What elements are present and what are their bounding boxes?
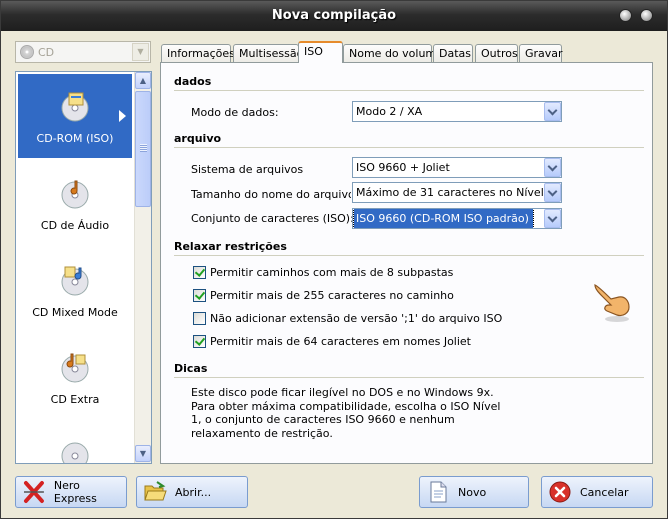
disc-type-combo[interactable]: CD ▼ xyxy=(15,41,151,63)
option-label: Permitir mais de 64 caracteres em nomes … xyxy=(210,335,471,348)
chevron-down-icon[interactable] xyxy=(544,158,561,177)
filename-length-value: Máximo de 31 caracteres no Nível 2 xyxy=(356,186,555,199)
charset-value: ISO 9660 (CD-ROM ISO padrão) xyxy=(353,209,534,228)
data-mode-label: Modo de dados: xyxy=(191,106,279,119)
open-button[interactable]: Abrir... xyxy=(136,476,248,508)
scroll-up-button[interactable]: ▲ xyxy=(135,72,151,89)
section-title-dados: dados xyxy=(174,75,212,88)
option-label: Permitir mais de 255 caracteres no camin… xyxy=(210,289,454,302)
section-title-arquivo: arquivo xyxy=(174,132,222,145)
data-mode-value: Modo 2 / XA xyxy=(356,105,423,118)
filename-length-select[interactable]: Máximo de 31 caracteres no Nível 2 xyxy=(352,182,562,203)
nero-express-button[interactable]: Nero Express xyxy=(15,476,127,508)
cd-mixed-mode-icon xyxy=(61,266,89,296)
tab-iso[interactable]: ISO xyxy=(298,41,343,63)
section-divider xyxy=(174,377,644,378)
chevron-down-icon[interactable]: ▼ xyxy=(132,43,149,61)
cd-audio-icon xyxy=(61,180,89,209)
list-scrollbar[interactable]: ▲ ▼ xyxy=(134,72,151,463)
cancel-button[interactable]: Cancelar xyxy=(541,476,653,508)
chevron-down-icon[interactable] xyxy=(544,102,561,121)
tab-datas[interactable]: Datas xyxy=(433,44,473,63)
file-system-select[interactable]: ISO 9660 + Joliet xyxy=(352,157,562,178)
cd-rom-iso-icon xyxy=(61,92,89,122)
file-system-value: ISO 9660 + Joliet xyxy=(356,161,450,174)
new-button[interactable]: Novo xyxy=(419,476,529,508)
chevron-down-icon[interactable] xyxy=(544,183,561,202)
section-divider xyxy=(174,255,644,256)
nero-express-label: Nero Express xyxy=(53,479,97,505)
iso-settings-panel: dados Modo de dados: Modo 2 / XA arquivo… xyxy=(160,62,653,464)
charset-select[interactable]: ISO 9660 (CD-ROM ISO padrão) xyxy=(352,208,562,229)
disc-type-value: CD xyxy=(38,45,55,59)
list-item-cd-audio[interactable]: CD de Áudio xyxy=(18,161,132,245)
tab-gravar[interactable]: Gravar xyxy=(519,44,563,63)
option-label: Não adicionar extensão de versão ';1' do… xyxy=(210,312,503,325)
list-item-label: CD-ROM (ISO) xyxy=(36,132,114,145)
pointing-hand-icon xyxy=(594,284,630,322)
close-icon[interactable] xyxy=(640,9,653,22)
disc-icon xyxy=(61,442,89,463)
tab-nome-do-volume[interactable]: Nome do volume xyxy=(343,44,443,63)
tips-text: Este disco pode ficar ilegível no DOS e … xyxy=(191,386,501,440)
new-label: Novo xyxy=(458,485,487,499)
new-document-icon xyxy=(430,481,447,503)
list-item-label: CD Extra xyxy=(50,393,100,406)
cd-extra-icon xyxy=(61,353,89,383)
cancel-label: Cancelar xyxy=(580,485,629,499)
checkbox[interactable] xyxy=(193,289,206,302)
chevron-down-icon[interactable] xyxy=(544,209,561,228)
tab-outros[interactable]: Outros xyxy=(475,44,518,63)
open-label: Abrir... xyxy=(175,485,212,499)
list-item-label: CD de Áudio xyxy=(40,219,110,232)
file-system-label: Sistema de arquivos xyxy=(191,163,304,176)
new-compilation-window: Nova compilação CD ▼ CD-ROM (ISO) CD de … xyxy=(0,0,668,519)
checkbox[interactable] xyxy=(193,335,206,348)
checkbox[interactable] xyxy=(193,312,206,325)
list-item-partial[interactable] xyxy=(18,422,132,463)
section-divider xyxy=(174,90,644,91)
window-title: Nova compilação xyxy=(271,8,397,23)
nero-express-icon xyxy=(23,481,44,503)
section-title-relaxar: Relaxar restrições xyxy=(174,240,287,253)
title-bar[interactable]: Nova compilação xyxy=(1,1,667,31)
list-item-cd-mixed-mode[interactable]: CD Mixed Mode xyxy=(18,248,132,332)
option-label: Permitir caminhos com mais de 8 subpasta… xyxy=(210,266,454,279)
tab-multisessao[interactable]: Multisessão xyxy=(233,44,303,63)
cancel-icon xyxy=(549,481,571,503)
scroll-thumb[interactable] xyxy=(135,91,151,207)
checkbox[interactable] xyxy=(193,266,206,279)
charset-label: Conjunto de caracteres (ISO): xyxy=(191,212,354,225)
minimize-icon[interactable] xyxy=(619,9,632,22)
filename-length-label: Tamanho do nome do arquivo (IS xyxy=(191,188,351,201)
selected-arrow-icon xyxy=(119,110,126,122)
scroll-down-button[interactable]: ▼ xyxy=(135,445,151,462)
tab-informacoes[interactable]: Informações xyxy=(161,44,235,63)
list-item-label: CD Mixed Mode xyxy=(32,306,118,319)
section-title-dicas: Dicas xyxy=(174,362,208,375)
data-mode-select[interactable]: Modo 2 / XA xyxy=(352,101,562,122)
list-item-cd-extra[interactable]: CD Extra xyxy=(18,335,132,419)
folder-open-icon xyxy=(144,481,167,501)
list-item-cd-rom-iso[interactable]: CD-ROM (ISO) xyxy=(18,74,132,158)
compilation-type-list[interactable]: CD-ROM (ISO) CD de Áudio CD Mixed Mode C… xyxy=(15,71,152,464)
section-divider xyxy=(174,147,644,148)
cd-icon xyxy=(20,45,34,59)
